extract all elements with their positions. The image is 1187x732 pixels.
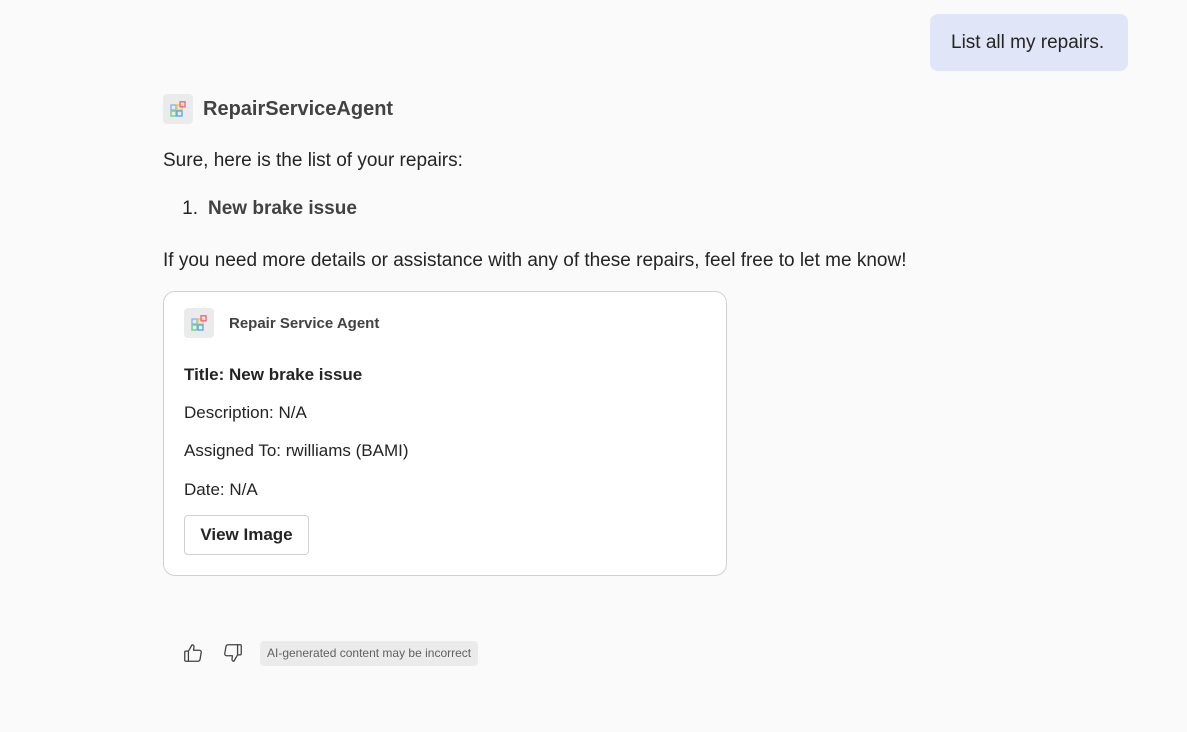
repair-list: 1. New brake issue (163, 198, 357, 220)
repair-card: Repair Service Agent Title: New brake is… (163, 291, 727, 576)
user-message-text: List all my repairs. (951, 31, 1105, 53)
ai-disclaimer-badge: AI-generated content may be incorrect (260, 640, 479, 666)
list-item-number: 1. (182, 198, 198, 219)
card-agent-name: Repair Service Agent (229, 314, 380, 332)
thumbs-down-icon[interactable] (220, 640, 246, 666)
card-header: Repair Service Agent (184, 308, 379, 338)
list-item: New brake issue (208, 198, 357, 219)
view-image-button[interactable]: View Image (184, 515, 309, 555)
user-message-bubble: List all my repairs. (930, 14, 1128, 71)
card-assigned-to: Assigned To: rwilliams (BAMI) (184, 441, 409, 460)
response-intro: Sure, here is the list of your repairs: (163, 150, 463, 171)
card-description: Description: N/A (184, 403, 307, 422)
card-date: Date: N/A (184, 480, 258, 499)
agent-name: RepairServiceAgent (203, 97, 394, 120)
agent-header: RepairServiceAgent (163, 94, 393, 124)
thumbs-up-icon[interactable] (180, 640, 206, 666)
app-tiles-icon (163, 94, 193, 124)
feedback-bar: AI-generated content may be incorrect (180, 640, 479, 666)
response-outro: If you need more details or assistance w… (163, 250, 907, 271)
card-title: Title: New brake issue (184, 365, 363, 384)
app-tiles-icon (184, 308, 214, 338)
